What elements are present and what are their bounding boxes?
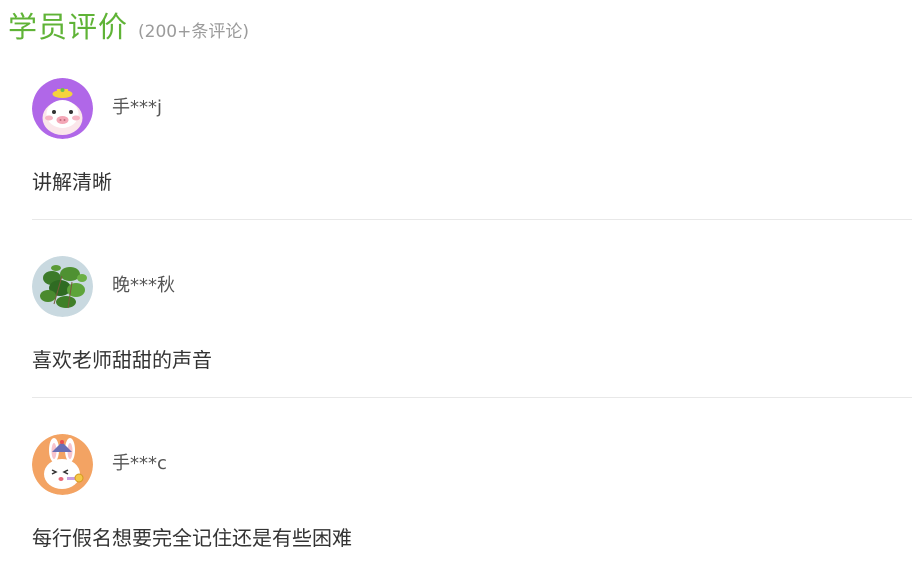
review-divider [32,219,912,220]
review-comment: 讲解清晰 [32,170,112,194]
section-title: 学员评价 [8,10,129,44]
review-comment: 每行假名想要完全记住还是有些困难 [32,526,352,550]
review-comment: 喜欢老师甜甜的声音 [32,348,212,372]
review-count: (200+条评论) [138,22,249,42]
reviews-header: 学员评价 (200+条评论) [8,6,249,48]
plant-avatar-icon[interactable] [32,256,93,317]
review-divider [32,397,912,398]
reviews-page: 学员评价 (200+条评论) 手***j 讲解清晰 晚***秋 喜欢老师甜甜的声… [0,0,912,569]
reviewer-name: 晚***秋 [112,275,175,296]
rabbit-avatar-icon[interactable] [32,434,93,495]
pig-avatar-icon[interactable] [32,78,93,139]
reviewer-name: 手***c [112,453,167,474]
reviewer-name: 手***j [112,97,163,118]
